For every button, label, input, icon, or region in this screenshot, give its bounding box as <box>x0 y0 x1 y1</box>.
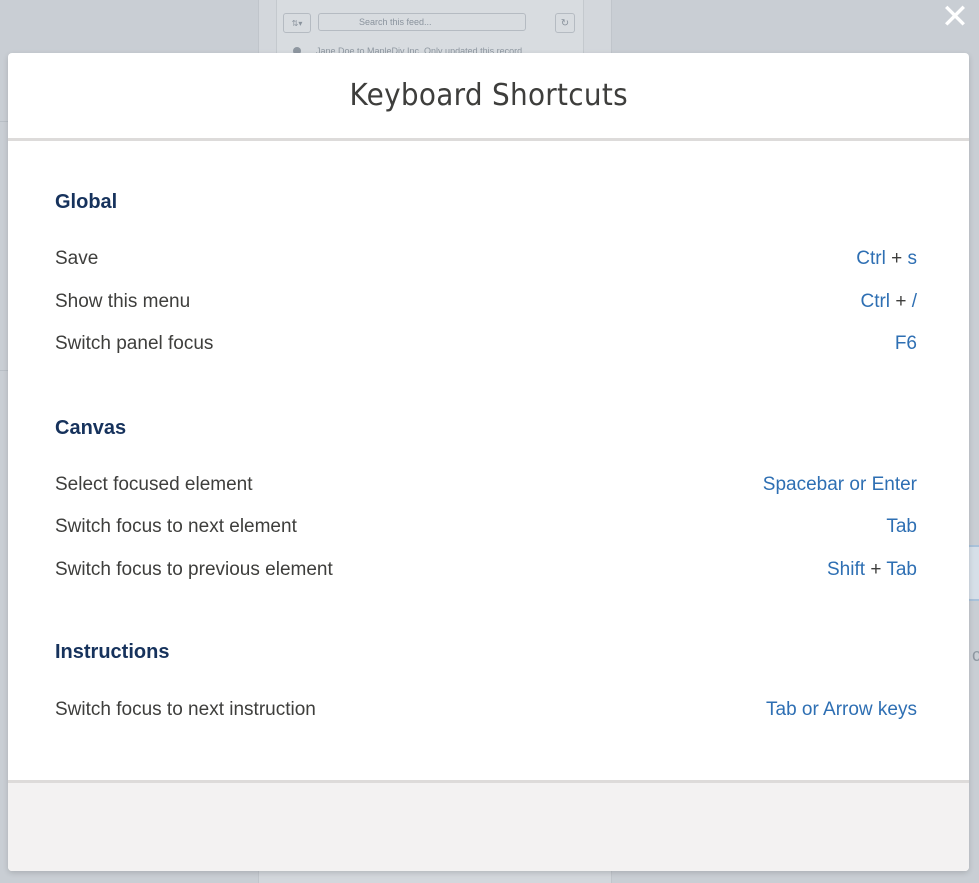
shortcut-key: F6 <box>894 333 917 354</box>
refresh-icon: ↻ <box>555 13 575 33</box>
shortcut-label: Switch focus to next instruction <box>55 699 316 720</box>
feed-search-input: Search this feed... <box>318 13 526 31</box>
close-icon[interactable]: ✕ <box>940 0 970 34</box>
shortcut-key: Tab <box>886 559 917 580</box>
shortcut-key-separator: + <box>870 559 882 580</box>
shortcut-key: Ctrl <box>856 248 886 269</box>
shortcut-row-switch-panel-focus: Switch panel focus F6 <box>55 331 917 357</box>
shortcut-key: Tab <box>886 516 917 537</box>
shortcut-key: / <box>911 291 917 312</box>
shortcut-keys: Tab <box>886 516 917 538</box>
shortcut-keys: Spacebar or Enter <box>763 474 917 496</box>
background-text: c <box>972 645 979 665</box>
shortcut-key: Shift <box>827 559 866 580</box>
dialog-body: Global Save Ctrl + s Show this menu Ctrl… <box>8 141 969 781</box>
shortcut-keys: Tab or Arrow keys <box>766 699 917 721</box>
shortcut-keys: Shift + Tab <box>827 559 917 581</box>
shortcut-key: Tab or Arrow keys <box>766 699 917 720</box>
shortcut-label: Switch focus to next element <box>55 516 297 537</box>
shortcut-row-select-element: Select focused element Spacebar or Enter <box>55 472 917 498</box>
sort-icon: ⇅▾ <box>283 13 311 33</box>
shortcut-row-next-element: Switch focus to next element Tab <box>55 514 917 540</box>
section-title-global: Global <box>55 191 118 213</box>
section-title-canvas: Canvas <box>55 417 127 439</box>
shortcut-row-save: Save Ctrl + s <box>55 246 917 272</box>
shortcut-key: Spacebar or Enter <box>762 474 917 495</box>
shortcut-keys: F6 <box>895 333 917 355</box>
dialog-title: Keyboard Shortcuts <box>349 78 628 113</box>
shortcut-keys: Ctrl + / <box>860 291 917 313</box>
dialog-header: Keyboard Shortcuts <box>8 53 969 141</box>
shortcut-key: s <box>907 248 918 269</box>
shortcut-keys: Ctrl + s <box>856 248 917 270</box>
dialog-footer <box>8 780 969 871</box>
shortcut-label: Switch focus to previous element <box>55 559 333 580</box>
shortcut-label: Save <box>55 248 99 269</box>
shortcut-label: Show this menu <box>55 291 191 312</box>
keyboard-shortcuts-dialog: Keyboard Shortcuts Global Save Ctrl + s … <box>8 53 969 871</box>
shortcut-key-separator: + <box>895 291 907 312</box>
shortcut-label: Select focused element <box>55 474 253 495</box>
shortcut-key: Ctrl <box>860 291 891 312</box>
shortcut-row-previous-element: Switch focus to previous element Shift +… <box>55 557 917 583</box>
shortcut-label: Switch panel focus <box>55 333 214 354</box>
shortcut-row-show-menu: Show this menu Ctrl + / <box>55 289 917 315</box>
shortcut-key-separator: + <box>891 248 903 269</box>
section-title-instructions: Instructions <box>55 641 170 663</box>
shortcut-row-next-instruction: Switch focus to next instruction Tab or … <box>55 697 917 723</box>
